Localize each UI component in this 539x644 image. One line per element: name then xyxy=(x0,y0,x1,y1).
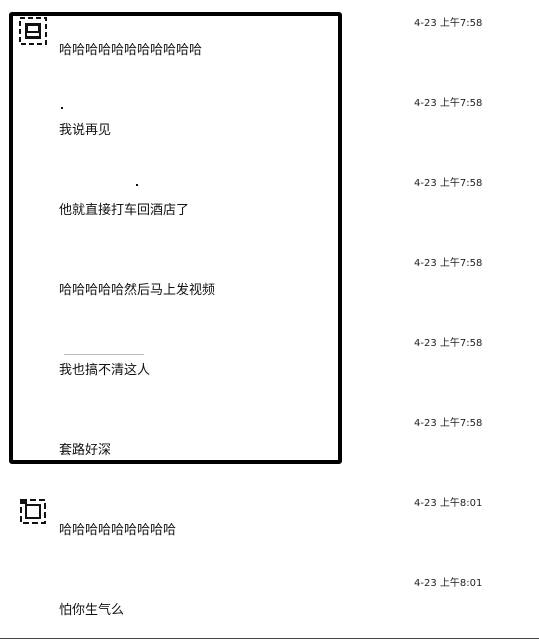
avatar[interactable] xyxy=(18,496,48,526)
message-timestamp: 4-23 上午7:58 xyxy=(414,338,483,349)
message-text: 哈哈哈哈哈然后马上发视频 xyxy=(59,283,216,298)
message-item: 哈哈哈哈哈哈哈哈哈哈哈 4-23 上午7:58 xyxy=(0,4,539,84)
message-text: 我也搞不清这人 xyxy=(59,363,151,378)
avatar-icon xyxy=(20,499,46,524)
message-item: 哈哈哈哈哈然后马上发视频 4-23 上午7:58 xyxy=(0,244,539,324)
avatar-icon xyxy=(19,17,47,45)
message-item: 我也搞不清这人 4-23 上午7:58 xyxy=(0,324,539,404)
chat-log: 哈哈哈哈哈哈哈哈哈哈哈 4-23 上午7:58 我说再见 4-23 上午7:58… xyxy=(0,0,539,641)
message-item: 哈哈哈哈哈哈哈哈哈 4-23 上午8:01 xyxy=(0,484,539,564)
message-timestamp: 4-23 上午8:01 xyxy=(414,498,483,509)
message-item: 他就直接打车回酒店了 4-23 上午7:58 xyxy=(0,164,539,244)
message-item: 我说再见 4-23 上午7:58 xyxy=(0,84,539,164)
message-timestamp: 4-23 上午7:58 xyxy=(414,98,483,109)
message-timestamp: 4-23 上午7:58 xyxy=(414,18,483,29)
message-text: 我说再见 xyxy=(59,123,112,138)
message-text: 他就直接打车回酒店了 xyxy=(59,203,190,218)
message-item: 套路好深 4-23 上午7:58 xyxy=(0,404,539,484)
avatar[interactable] xyxy=(18,16,48,46)
message-timestamp: 4-23 上午7:58 xyxy=(414,258,483,269)
speck-decoration xyxy=(136,184,138,186)
bottom-divider xyxy=(0,638,539,639)
message-text: 套路好深 xyxy=(59,443,112,458)
message-item: 怕你生气么 4-23 上午8:01 xyxy=(0,564,539,644)
message-timestamp: 4-23 上午8:01 xyxy=(414,578,483,589)
message-timestamp: 4-23 上午7:58 xyxy=(414,418,483,429)
message-text: 哈哈哈哈哈哈哈哈哈哈哈 xyxy=(59,43,203,58)
speck-decoration xyxy=(64,354,144,355)
message-timestamp: 4-23 上午7:58 xyxy=(414,178,483,189)
message-text: 哈哈哈哈哈哈哈哈哈 xyxy=(59,523,177,538)
message-text: 怕你生气么 xyxy=(59,603,125,618)
speck-decoration xyxy=(61,107,63,109)
